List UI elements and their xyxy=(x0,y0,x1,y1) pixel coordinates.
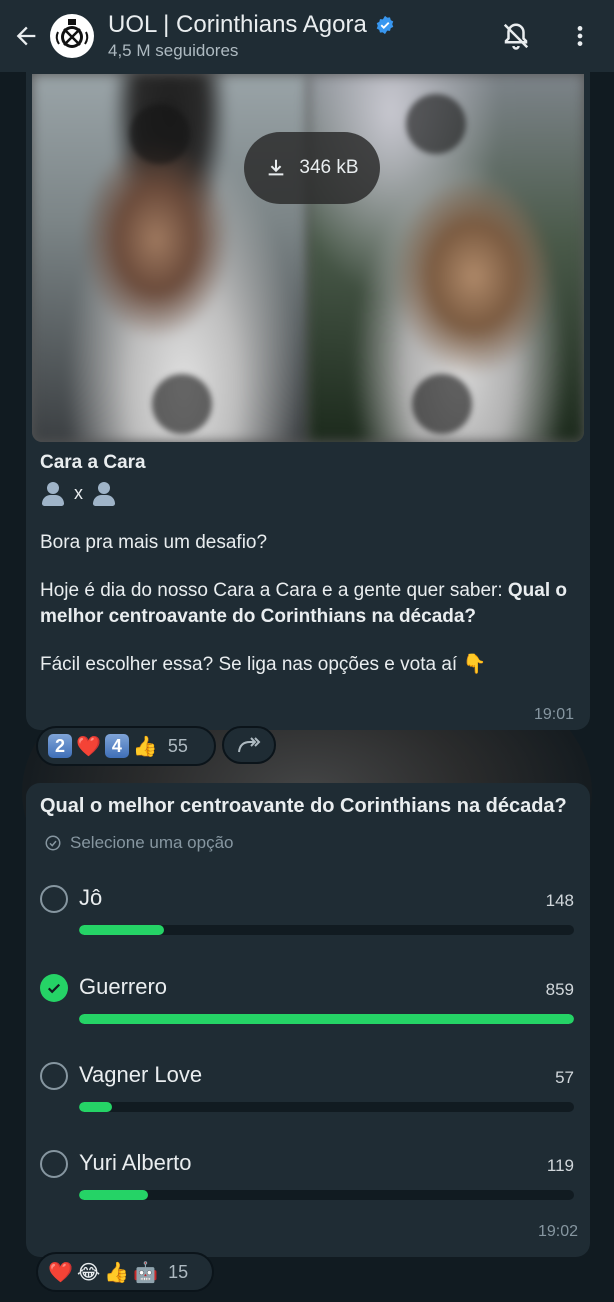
poll-option[interactable]: Vagner Love 57 xyxy=(38,1060,578,1130)
message-paragraph: Bora pra mais um desafio? xyxy=(40,532,268,553)
thumbs-up-emoji: 👍 xyxy=(132,735,158,758)
poll-option[interactable]: Yuri Alberto 119 xyxy=(38,1148,578,1218)
reactions-pill[interactable]: 2 ❤️ 4 👍 55 xyxy=(36,726,216,766)
poll-bubble: Qual o melhor centroavante do Corinthian… xyxy=(26,783,590,1257)
poll-option-label: Vagner Love xyxy=(79,1062,203,1087)
download-icon xyxy=(269,159,284,176)
poll-hint: Selecione uma opção xyxy=(44,833,234,853)
poll-option-label: Jô xyxy=(79,885,103,910)
poll-option-label: Yuri Alberto xyxy=(79,1150,192,1175)
number-badge xyxy=(130,104,190,164)
check-circle-icon xyxy=(45,835,61,851)
person-silhouette-icon xyxy=(40,480,66,506)
message-text: Cara a Cara x Bora pra mais um desafio? … xyxy=(40,450,580,678)
poll-bar-fill xyxy=(79,1102,112,1112)
chat-header: UOL | Corinthians Agora 4,5 M seguidores xyxy=(0,0,614,72)
message-paragraph: Fácil escolher essa? Se liga nas opções … xyxy=(40,654,487,675)
poll-bar-fill xyxy=(79,1014,574,1024)
radio-button-checked[interactable] xyxy=(40,974,68,1002)
poll-bar-track xyxy=(79,1102,574,1112)
poll-option-count[interactable]: 148 xyxy=(546,891,574,911)
poll-bar-track xyxy=(79,925,574,935)
poll-time: 19:02 xyxy=(537,1223,578,1240)
versus-row: x xyxy=(40,478,580,508)
reaction-count: 15 xyxy=(168,1261,189,1282)
corinthians-logo xyxy=(53,17,91,55)
poll-bar-track xyxy=(79,1190,574,1200)
robot-emoji: 🤖 xyxy=(133,1261,159,1284)
followers-count: 4,5 M seguidores xyxy=(108,41,239,60)
radio-button[interactable] xyxy=(40,1062,68,1090)
versus-text: x xyxy=(74,483,83,503)
number-badge xyxy=(406,94,466,154)
download-button[interactable]: 346 kB xyxy=(244,132,380,204)
mute-button[interactable] xyxy=(494,14,538,58)
keycap-4-emoji: 4 xyxy=(104,734,129,758)
channel-avatar[interactable] xyxy=(50,14,94,58)
keycap-2-emoji: 2 xyxy=(48,734,72,758)
person-silhouette-icon xyxy=(91,480,117,506)
heart-emoji: ❤️ xyxy=(48,1261,73,1284)
radio-button[interactable] xyxy=(40,1150,68,1178)
checkmark-icon xyxy=(47,983,61,994)
message-bubble[interactable]: 346 kB Cara a Cara x Bora pra mais um de… xyxy=(26,72,590,730)
message-time: 19:01 xyxy=(533,706,574,723)
number-badge xyxy=(412,374,472,434)
reaction-count: 55 xyxy=(167,735,188,756)
more-options-button[interactable] xyxy=(558,14,602,58)
poll-bar-track xyxy=(79,1014,574,1024)
media-image[interactable]: 346 kB xyxy=(32,74,584,442)
poll-option-count[interactable]: 57 xyxy=(555,1068,574,1088)
forward-button[interactable] xyxy=(222,726,276,764)
poll-question: Qual o melhor centroavante do Corinthian… xyxy=(40,795,567,817)
number-badge xyxy=(152,374,212,434)
poll-option-count[interactable]: 859 xyxy=(546,980,574,1000)
back-button[interactable] xyxy=(2,0,50,72)
poll-option[interactable]: Jô 148 xyxy=(38,883,578,953)
download-size: 346 kB xyxy=(299,157,359,178)
forward-icon xyxy=(238,737,261,753)
reactions-pill[interactable]: ❤️ 😂 👍 🤖 15 xyxy=(36,1252,214,1292)
message-paragraph: Hoje é dia do nosso Cara a Cara e a gent… xyxy=(40,578,580,630)
mute-bell-icon xyxy=(503,23,529,50)
poll-hint-text: Selecione uma opção xyxy=(70,833,234,852)
poll-option-label: Guerrero xyxy=(79,974,168,999)
laughing-emoji: 😂 xyxy=(76,1261,101,1284)
channel-title[interactable]: UOL | Corinthians Agora xyxy=(108,11,367,39)
poll-bar-fill xyxy=(79,1190,148,1200)
message-text-span: Hoje é dia do nosso Cara a Cara e a gent… xyxy=(40,580,508,601)
heart-emoji: ❤️ xyxy=(76,735,101,758)
poll-option-count[interactable]: 119 xyxy=(547,1156,574,1176)
poll-bar-fill xyxy=(79,925,165,935)
message-title: Cara a Cara xyxy=(40,452,146,473)
verified-badge-icon xyxy=(375,15,395,35)
back-arrow-icon xyxy=(16,26,36,46)
poll-option[interactable]: Guerrero 859 xyxy=(38,972,578,1042)
more-vert-icon xyxy=(577,26,583,46)
thumbs-up-emoji: 👍 xyxy=(104,1261,130,1284)
radio-button[interactable] xyxy=(40,885,68,913)
